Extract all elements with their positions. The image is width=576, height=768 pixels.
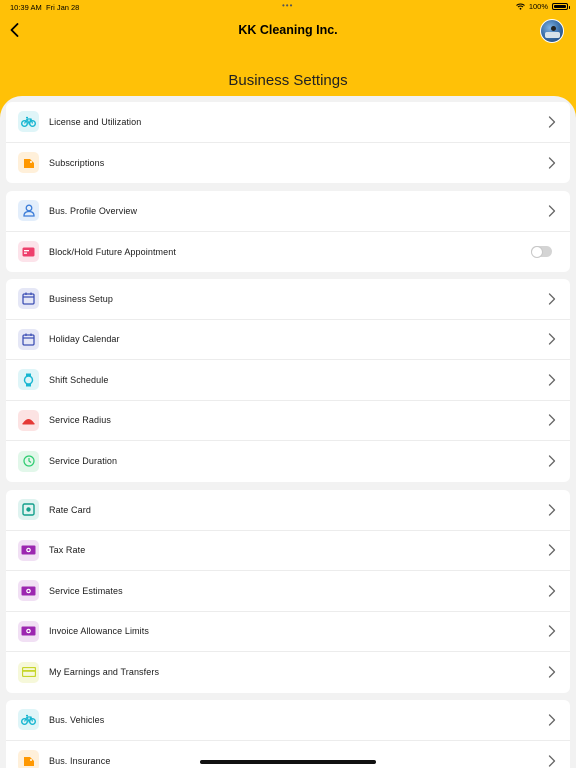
settings-row[interactable]: Shift Schedule: [6, 360, 570, 401]
settings-group-billing: Rate Card Tax Rate Service Estimates Invoic…: [6, 490, 570, 693]
settings-group-assets: Bus. Vehicles Bus. Insurance: [6, 700, 570, 768]
settings-row-label: Shift Schedule: [49, 374, 109, 385]
calendar-icon: [18, 328, 39, 350]
chevron-right-icon: [548, 116, 556, 128]
settings-row[interactable]: Bus. Profile Overview: [6, 191, 570, 232]
calendar-icon: [18, 288, 39, 310]
settings-row[interactable]: My Earnings and Transfers: [6, 652, 570, 693]
settings-row-label: Service Radius: [49, 415, 111, 426]
settings-row[interactable]: Block/Hold Future Appointment: [6, 232, 570, 273]
settings-row[interactable]: Service Duration: [6, 441, 570, 482]
settings-row-label: My Earnings and Transfers: [49, 667, 160, 678]
settings-row-label: Tax Rate: [49, 545, 86, 556]
status-date: Fri Jan 28: [46, 3, 80, 12]
avatar[interactable]: [540, 19, 564, 43]
home-indicator[interactable]: [200, 760, 376, 764]
watch-icon: [18, 369, 39, 391]
chevron-right-icon: [548, 585, 556, 597]
settings-group-profile: Bus. Profile Overview Block/Hold Future A…: [6, 191, 570, 272]
chevron-right-icon: [548, 333, 556, 345]
chevron-right-icon: [548, 666, 556, 678]
status-bar: 10:39 AM Fri Jan 28 ••• 100%: [0, 0, 576, 14]
person-icon: [18, 200, 39, 222]
settings-row-label: Rate Card: [49, 504, 91, 515]
settings-row[interactable]: Rate Card: [6, 490, 570, 531]
business-name-title: KK Cleaning Inc.: [238, 23, 338, 37]
chevron-right-icon: [548, 544, 556, 556]
settings-row-label: Business Setup: [49, 293, 113, 304]
bicycle-icon: [18, 111, 39, 133]
chevron-right-icon: [548, 625, 556, 637]
clock-icon: [18, 450, 39, 472]
bicycle-icon: [18, 709, 39, 731]
settings-row-label: Bus. Insurance: [49, 755, 111, 766]
money-icon: [18, 620, 39, 642]
settings-row[interactable]: Bus. Vehicles: [6, 700, 570, 741]
settings-row[interactable]: Service Estimates: [6, 571, 570, 612]
settings-row[interactable]: Subscriptions: [6, 143, 570, 184]
chevron-right-icon: [548, 157, 556, 169]
chevron-right-icon: [548, 205, 556, 217]
card-icon: [18, 241, 39, 263]
settings-row-label: Bus. Profile Overview: [49, 205, 138, 216]
battery-percent: 100%: [528, 2, 548, 11]
settings-row[interactable]: Business Setup: [6, 279, 570, 320]
settings-row-label: Service Estimates: [49, 585, 123, 596]
chevron-right-icon: [548, 374, 556, 386]
chevron-right-icon: [548, 714, 556, 726]
rate-card-icon: [18, 499, 39, 521]
wifi-icon: [515, 3, 525, 10]
nav-bar: KK Cleaning Inc.: [0, 14, 576, 48]
chevron-right-icon: [548, 455, 556, 467]
settings-sheet: License and Utilization Subscriptions Bus…: [0, 96, 576, 768]
settings-row[interactable]: Holiday Calendar: [6, 320, 570, 360]
settings-row[interactable]: Invoice Allowance Limits: [6, 612, 570, 652]
settings-row-label: Bus. Vehicles: [49, 714, 105, 725]
settings-row-label: Invoice Allowance Limits: [49, 626, 149, 637]
settings-row-label: Block/Hold Future Appointment: [49, 246, 176, 257]
settings-row[interactable]: Tax Rate: [6, 531, 570, 571]
money-icon: [18, 580, 39, 602]
settings-row-label: Service Duration: [49, 456, 118, 467]
settings-row-label: Holiday Calendar: [49, 334, 120, 345]
radius-icon: [18, 409, 39, 431]
page-title: Business Settings: [228, 72, 348, 89]
chevron-right-icon: [548, 293, 556, 305]
settings-group-account: License and Utilization Subscriptions: [6, 102, 570, 183]
settings-row[interactable]: Service Radius: [6, 401, 570, 441]
block-appointment-toggle[interactable]: [531, 245, 552, 258]
credit-card-icon: [18, 661, 39, 683]
settings-group-schedule: Business Setup Holiday Calendar Shift Sche…: [6, 279, 570, 482]
status-time: 10:39 AM: [10, 3, 42, 12]
money-icon: [18, 539, 39, 561]
chevron-right-icon: [548, 504, 556, 516]
settings-row-label: Subscriptions: [49, 157, 105, 168]
multitasking-dots-icon[interactable]: •••: [282, 1, 293, 10]
chevron-right-icon: [548, 414, 556, 426]
tag-icon: [18, 750, 39, 768]
battery-icon: [552, 3, 570, 10]
settings-row-label: License and Utilization: [49, 116, 142, 127]
tag-icon: [18, 152, 39, 174]
chevron-right-icon: [548, 755, 556, 767]
settings-row[interactable]: License and Utilization: [6, 102, 570, 143]
